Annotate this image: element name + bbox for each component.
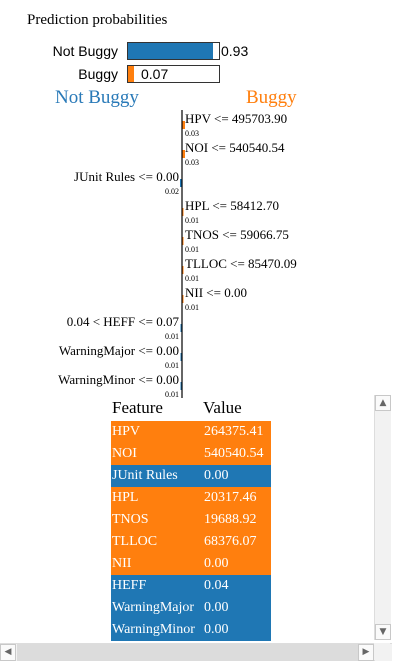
- value-cell: 264375.41: [204, 424, 264, 439]
- feature-condition-label: HPV <= 495703.90: [185, 111, 287, 126]
- table-row: HEFF 0.04: [111, 575, 271, 597]
- table-row: WarningMinor 0.00: [111, 619, 271, 641]
- feature-cell: HPL: [112, 490, 139, 505]
- feature-condition-label: 0.04 < HEFF <= 0.07: [67, 314, 180, 329]
- prob-bar-fill: [128, 43, 213, 59]
- contribution-value-label: 0.01: [185, 216, 199, 225]
- value-cell: 0.00: [204, 600, 229, 615]
- prob-bar-fill: [128, 66, 134, 82]
- value-cell: 19688.92: [204, 512, 257, 527]
- prob-row-not-buggy: Not Buggy 0.93: [0, 42, 400, 62]
- feature-cell: TNOS: [112, 512, 149, 527]
- table-row: TNOS 19688.92: [111, 509, 271, 531]
- feature-condition-label: NII <= 0.00: [185, 285, 247, 300]
- prob-label: Buggy: [78, 66, 118, 82]
- horizontal-scrollbar[interactable]: ◀ ▶: [0, 643, 392, 661]
- triangle-left-icon[interactable]: ◀: [0, 644, 16, 661]
- feature-cell: TLLOC: [112, 534, 158, 549]
- table-row: WarningMajor 0.00: [111, 597, 271, 619]
- header-feature: Feature: [112, 398, 163, 417]
- value-cell: 0.00: [204, 556, 229, 571]
- feature-condition-label: JUnit Rules <= 0.00: [74, 169, 179, 184]
- feature-cell: JUnit Rules: [112, 468, 178, 483]
- table-row: JUnit Rules 0.00: [111, 465, 271, 487]
- contribution-value-label: 0.01: [185, 274, 199, 283]
- vertical-scrollbar[interactable]: ▲ ▼: [374, 395, 391, 640]
- table-row: HPL 20317.46: [111, 487, 271, 509]
- feature-condition-label: HPL <= 58412.70: [185, 198, 279, 213]
- contribution-value-label: 0.03: [185, 158, 199, 167]
- table-row: HPV 264375.41: [111, 421, 271, 443]
- triangle-down-icon[interactable]: ▼: [375, 624, 391, 640]
- table-row: NII 0.00: [111, 553, 271, 575]
- triangle-up-icon[interactable]: ▲: [375, 395, 391, 411]
- header-value: Value: [203, 398, 242, 417]
- feature-cell: NOI: [112, 446, 137, 461]
- table-row: NOI 540540.54: [111, 443, 271, 465]
- value-cell: 20317.46: [204, 490, 257, 505]
- table-body: HPV 264375.41 NOI 540540.54 JUnit Rules 0.00 H…: [111, 421, 271, 641]
- prob-value: 0.93: [221, 43, 249, 59]
- value-cell: 0.04: [204, 578, 229, 593]
- class-label-buggy: Buggy: [246, 87, 297, 108]
- feature-cell: NII: [112, 556, 132, 571]
- table-row: TLLOC 68376.07: [111, 531, 271, 553]
- contribution-value-label: 0.03: [185, 129, 199, 138]
- feature-cell: HPV: [112, 424, 141, 439]
- class-label-not-buggy: Not Buggy: [55, 87, 139, 108]
- feature-condition-label: NOI <= 540540.54: [185, 140, 285, 155]
- prob-value: 0.07: [141, 66, 169, 82]
- feature-cell: WarningMinor: [112, 622, 195, 637]
- table-header: Feature Value: [108, 395, 378, 419]
- value-cell: 68376.07: [204, 534, 257, 549]
- feature-condition-label: WarningMajor <= 0.00: [59, 343, 179, 358]
- triangle-right-icon[interactable]: ▶: [358, 644, 374, 661]
- feature-value-table: Feature Value HPV 264375.41 NOI 540540.54 JU…: [108, 395, 390, 642]
- contribution-value-label: 0.01: [165, 332, 179, 341]
- prob-label: Not Buggy: [52, 43, 118, 59]
- prediction-probabilities-title: Prediction probabilities: [27, 12, 168, 28]
- feature-condition-label: TNOS <= 59066.75: [185, 227, 289, 242]
- prob-bar-frame: [127, 42, 220, 60]
- value-cell: 0.00: [204, 468, 229, 483]
- feature-cell: HEFF: [112, 578, 147, 593]
- scrollbar-thumb[interactable]: [17, 644, 375, 661]
- contribution-value-label: 0.01: [165, 361, 179, 370]
- feature-condition-label: TLLOC <= 85470.09: [185, 256, 297, 271]
- contribution-value-label: 0.01: [185, 303, 199, 312]
- feature-contribution-chart: HPV <= 495703.90 0.03 NOI <= 540540.54 0.03…: [58, 110, 297, 398]
- value-cell: 540540.54: [204, 446, 264, 461]
- feature-cell: WarningMajor: [112, 600, 195, 615]
- feature-condition-label: WarningMinor <= 0.00: [58, 372, 179, 387]
- contribution-value-label: 0.01: [185, 245, 199, 254]
- prob-row-buggy: Buggy 0.07: [0, 65, 400, 85]
- scrollbar-corner: [374, 643, 390, 660]
- value-cell: 0.00: [204, 622, 229, 637]
- contribution-value-label: 0.02: [165, 187, 179, 196]
